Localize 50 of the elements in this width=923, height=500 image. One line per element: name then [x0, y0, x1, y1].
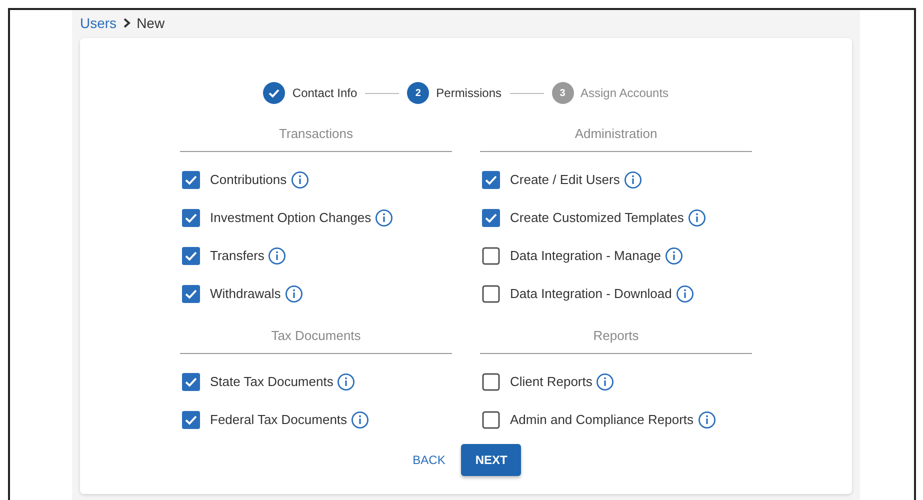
permission-label: Contributions: [210, 171, 287, 190]
checkbox[interactable]: [182, 285, 200, 303]
permission-label: Withdrawals: [210, 285, 281, 304]
step-label: Contact Info: [292, 85, 358, 102]
checkbox[interactable]: [182, 247, 200, 265]
permission-label: Create / Edit Users: [510, 171, 620, 190]
checkbox[interactable]: [182, 411, 200, 429]
info-icon[interactable]: [284, 285, 303, 303]
info-icon[interactable]: [698, 411, 716, 429]
step-label: Permissions: [436, 85, 502, 102]
checkbox[interactable]: [482, 373, 500, 391]
info-icon[interactable]: [337, 373, 356, 391]
permission-label: Create Customized Templates: [510, 209, 684, 228]
info-icon[interactable]: [596, 373, 614, 391]
permission-label: Data Integration - Manage: [510, 247, 662, 266]
checkbox[interactable]: [482, 171, 500, 189]
checkbox[interactable]: [182, 171, 200, 189]
step-label: Assign Accounts: [580, 85, 669, 102]
info-icon[interactable]: [375, 209, 394, 227]
info-icon[interactable]: [688, 209, 706, 227]
info-icon[interactable]: [665, 247, 684, 265]
step-number: 2: [407, 82, 430, 104]
breadcrumb-link[interactable]: Users: [80, 12, 117, 34]
checkbox[interactable]: [482, 247, 500, 265]
permission-label: Transfers: [210, 247, 264, 266]
back-button[interactable]: BACK: [410, 444, 448, 476]
chevron-right-icon: [122, 18, 131, 28]
section-title: Administration: [574, 126, 658, 141]
permission-label: Investment Option Changes: [210, 209, 372, 228]
info-icon[interactable]: [351, 411, 370, 429]
permission-label: Data Integration - Download: [510, 285, 672, 304]
info-icon[interactable]: [268, 247, 286, 265]
info-icon[interactable]: [624, 171, 642, 189]
info-icon[interactable]: [676, 285, 694, 303]
next-button[interactable]: NEXT: [461, 444, 522, 476]
checkbox[interactable]: [482, 411, 500, 429]
checkbox[interactable]: [482, 209, 500, 227]
permission-label: Admin and Compliance Reports: [510, 411, 694, 430]
permission-label: State Tax Documents: [210, 373, 334, 392]
breadcrumb-current: New: [136, 14, 165, 32]
section-title: Reports: [593, 328, 639, 343]
checkbox[interactable]: [182, 373, 200, 391]
checkbox[interactable]: [182, 209, 200, 227]
info-icon[interactable]: [290, 171, 309, 189]
step-number: 3: [552, 82, 574, 104]
permission-label: Client Reports: [510, 373, 592, 392]
permission-label: Federal Tax Documents: [210, 411, 348, 430]
section-title: Transactions: [279, 126, 353, 141]
section-title: Tax Documents: [271, 328, 361, 343]
checkbox[interactable]: [482, 285, 500, 303]
